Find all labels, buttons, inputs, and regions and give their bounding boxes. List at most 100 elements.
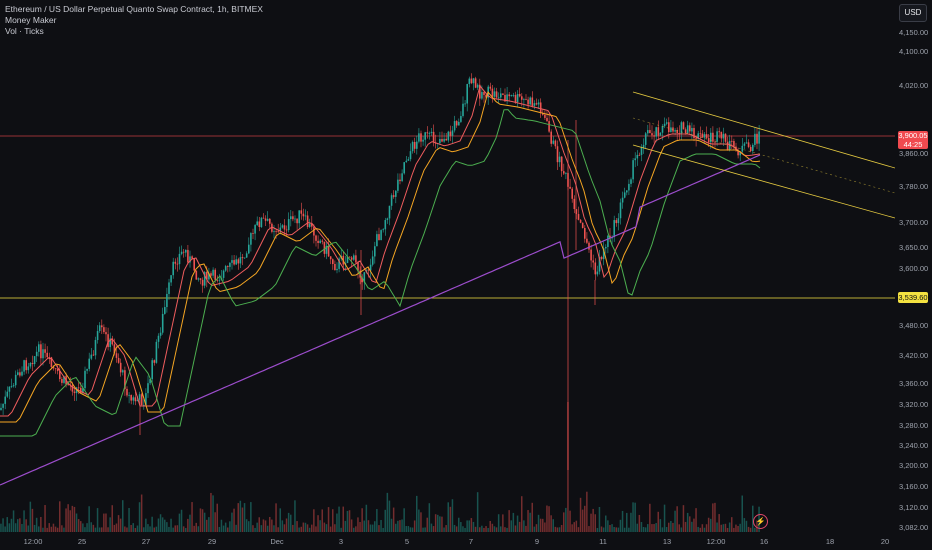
- candle-body: [718, 131, 720, 133]
- candle-body: [607, 235, 609, 247]
- candle-body: [0, 407, 2, 410]
- candle-body: [248, 244, 250, 254]
- symbol-title[interactable]: Ethereum / US Dollar Perpetual Quanto Sw…: [5, 4, 263, 15]
- candle-body: [229, 262, 231, 267]
- volume-bar: [90, 522, 92, 532]
- volume-bar: [250, 502, 252, 532]
- volume-bar: [542, 518, 544, 532]
- candle-body: [176, 263, 179, 265]
- candle-body: [61, 379, 63, 383]
- candle-body: [413, 141, 416, 149]
- price-tick-label: 4,150.00: [899, 28, 929, 37]
- time-tick-label: 9: [534, 537, 540, 546]
- candle-body: [317, 240, 319, 243]
- candle-body: [119, 362, 122, 373]
- currency-button[interactable]: USD: [899, 4, 927, 22]
- volume-bar: [147, 524, 149, 532]
- volume-bar: [537, 514, 540, 532]
- candle-body: [416, 141, 418, 149]
- candle-body: [252, 233, 254, 234]
- candle-body: [399, 179, 401, 182]
- candle-body: [191, 256, 193, 259]
- candle-body: [10, 386, 13, 388]
- volume-bar: [369, 524, 372, 532]
- volume-bar: [523, 520, 525, 532]
- volume-bar: [313, 509, 315, 532]
- indicator-money-maker[interactable]: Money Maker: [5, 15, 263, 26]
- volume-bar: [128, 507, 130, 532]
- candle-body: [682, 122, 685, 130]
- candle-body: [733, 141, 735, 147]
- candle-body: [182, 251, 185, 253]
- volume-bar: [678, 524, 680, 532]
- volume-bar: [395, 523, 397, 532]
- volume-bar: [256, 522, 258, 532]
- candle-body: [500, 93, 502, 98]
- candle-body: [231, 260, 233, 263]
- candle-body: [300, 210, 303, 214]
- volume-bar: [508, 510, 510, 532]
- candle-body: [19, 372, 21, 376]
- volume-bar: [592, 508, 594, 532]
- volume-bar: [292, 524, 294, 532]
- candle-body: [376, 234, 378, 247]
- volume-bar: [716, 522, 718, 532]
- candle-body: [665, 122, 668, 124]
- time-axis[interactable]: 12:00 25 27 29 Dec 3 5 7 9 11 13 12:00 16 18 20: [0, 532, 895, 550]
- candle-body: [197, 278, 200, 280]
- candle-body: [71, 385, 74, 392]
- volume-bar: [220, 519, 223, 532]
- candle-body: [88, 358, 90, 369]
- volume-bar: [346, 510, 349, 532]
- volume-bar: [140, 494, 143, 532]
- indicator-volume[interactable]: Vol · Ticks: [5, 26, 263, 37]
- candle-body: [647, 130, 649, 134]
- candle-body: [577, 214, 580, 220]
- lightning-bolt-icon[interactable]: ⚡: [753, 514, 768, 529]
- volume-bar: [325, 524, 328, 532]
- volume-bar: [399, 520, 401, 532]
- volume-bar: [374, 521, 376, 532]
- price-axis[interactable]: 4,150.004,100.004,020.003,940.003,860.00…: [895, 0, 932, 532]
- volume-bar: [722, 524, 725, 532]
- volume-bar: [279, 508, 281, 532]
- volume-bar: [472, 521, 475, 532]
- price-chart[interactable]: [0, 0, 895, 532]
- candle-body: [98, 325, 101, 332]
- volume-bar: [235, 524, 237, 532]
- volume-bar: [111, 505, 113, 532]
- candle-body: [741, 145, 744, 152]
- candle-body: [157, 335, 160, 342]
- volume-bar: [676, 506, 678, 532]
- candle-body: [460, 116, 462, 122]
- volume-bar: [563, 512, 565, 532]
- volume-bar: [216, 503, 218, 532]
- candle-body: [237, 259, 240, 264]
- candles: [0, 73, 760, 415]
- candle-body: [329, 256, 332, 260]
- candle-body: [405, 160, 408, 163]
- candle-body: [626, 190, 628, 193]
- volume-bar: [672, 522, 674, 532]
- candle-body: [185, 249, 187, 253]
- volume-bar: [529, 512, 531, 532]
- time-tick-label: 11: [599, 537, 607, 546]
- candle-body: [686, 125, 689, 134]
- candle-body: [304, 215, 307, 217]
- candle-body: [327, 245, 330, 257]
- candle-body: [302, 213, 305, 217]
- candle-body: [281, 225, 284, 228]
- volume-bar: [40, 516, 42, 532]
- volume-bar: [271, 519, 273, 532]
- volume-bar: [586, 491, 588, 532]
- candle-body: [581, 222, 584, 229]
- chart-pane[interactable]: [0, 0, 895, 532]
- candle-body: [262, 217, 265, 219]
- time-tick-label: 7: [468, 537, 474, 546]
- candle-body: [397, 179, 399, 191]
- volume-bar: [705, 524, 708, 532]
- volume-bar: [371, 524, 374, 532]
- candle-body: [655, 127, 657, 137]
- volume-bar: [728, 522, 731, 532]
- candle-body: [420, 133, 422, 142]
